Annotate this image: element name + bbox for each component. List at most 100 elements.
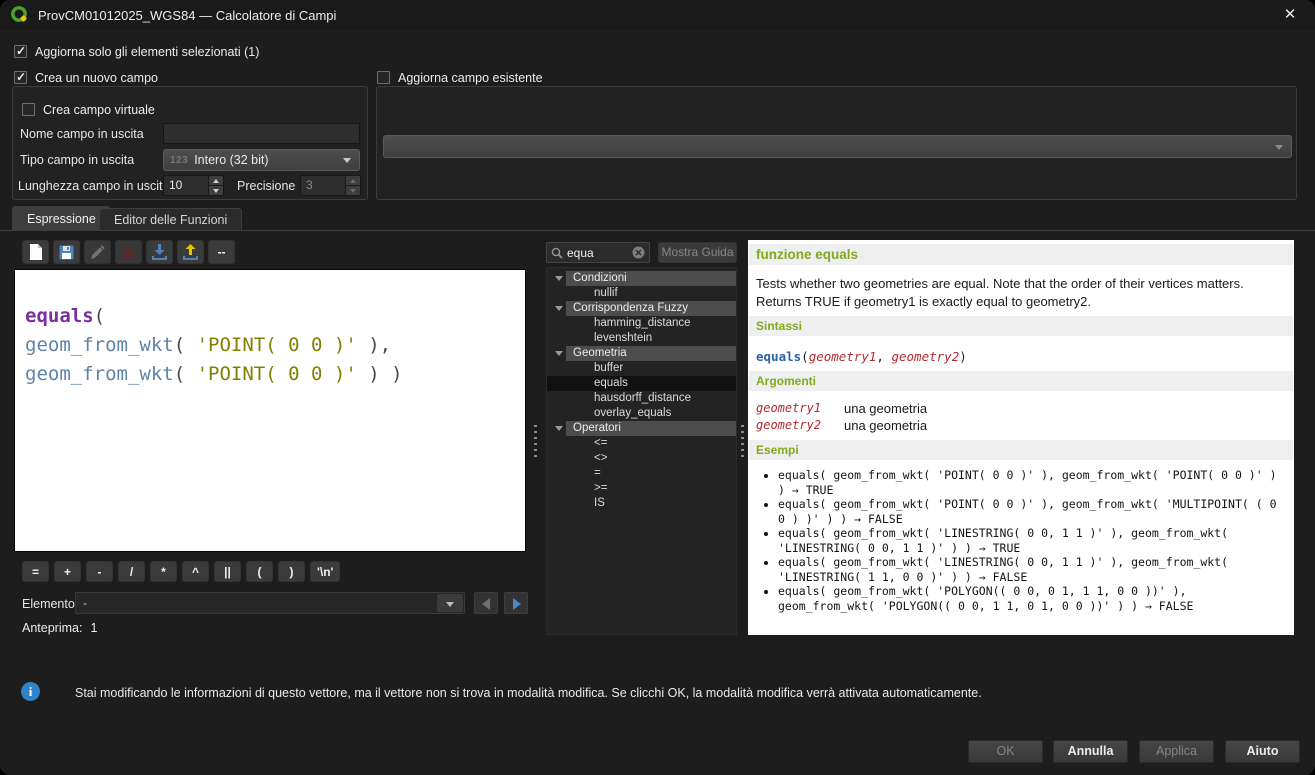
operator-buttons: =+-/*^||()'\n'	[22, 561, 340, 582]
ok-button[interactable]: OK	[968, 740, 1043, 763]
syntax-function-name: equals	[756, 349, 801, 364]
operator-button[interactable]: -	[86, 561, 113, 582]
checkbox-only-selected[interactable]: Aggiorna solo gli elementi selezionati (…	[14, 44, 259, 59]
precision-spinner[interactable]: 3	[300, 175, 361, 196]
chevron-down-icon[interactable]	[555, 306, 563, 311]
function-group-label: Geometria	[566, 346, 736, 361]
checkbox-update-existing-field[interactable]: Aggiorna campo esistente	[377, 70, 543, 85]
operator-button[interactable]: *	[150, 561, 177, 582]
expression-code-editor[interactable]: equals(geom_from_wkt( 'POINT( 0 0 )' ),g…	[14, 269, 526, 552]
help-syntax-heading: Sintassi	[749, 316, 1293, 336]
export-expression-button[interactable]	[177, 240, 204, 264]
element-combo[interactable]: -	[75, 592, 465, 614]
preview-row: Anteprima: 1	[22, 621, 97, 635]
search-icon	[551, 247, 563, 259]
function-group-condizioni[interactable]: Condizioni	[547, 271, 736, 286]
chevron-down-icon	[1275, 145, 1283, 150]
new-expression-button[interactable]	[22, 240, 49, 264]
function-search-box[interactable]	[546, 242, 650, 263]
function-group-geometria[interactable]: Geometria	[547, 346, 736, 361]
function-item[interactable]: nullif	[547, 286, 736, 301]
function-item[interactable]: <>	[547, 451, 736, 466]
next-feature-button[interactable]	[504, 592, 528, 614]
tab-bar: Espressione Editor delle Funzioni	[0, 207, 1315, 231]
spin-down-icon[interactable]	[209, 186, 223, 195]
preview-label: Anteprima:	[22, 621, 82, 635]
show-guide-button[interactable]: Mostra Guida	[658, 242, 737, 263]
save-expression-button[interactable]	[53, 240, 80, 264]
output-field-name-input[interactable]	[163, 123, 360, 144]
checkbox-virtual-field[interactable]: Crea campo virtuale	[22, 102, 155, 117]
operator-button[interactable]: ||	[214, 561, 241, 582]
function-group-corrispondenza-fuzzy[interactable]: Corrispondenza Fuzzy	[547, 301, 736, 316]
output-field-type-combo[interactable]: 123 Intero (32 bit)	[163, 149, 360, 171]
apply-button[interactable]: Applica	[1139, 740, 1214, 763]
function-item[interactable]: >=	[547, 481, 736, 496]
tab-function-editor[interactable]: Editor delle Funzioni	[99, 208, 242, 230]
save-icon	[59, 245, 74, 260]
chevron-down-icon[interactable]	[555, 426, 563, 431]
function-item[interactable]: levenshtein	[547, 331, 736, 346]
function-item[interactable]: equals	[547, 376, 736, 391]
function-item[interactable]: buffer	[547, 361, 736, 376]
argument-name: geometry2	[756, 417, 828, 434]
splitter-handle[interactable]	[738, 240, 747, 635]
function-search-input[interactable]	[567, 246, 628, 260]
example-item: equals( geom_from_wkt( 'POINT( 0 0 )' ),…	[778, 468, 1288, 497]
expression-code: equals(geom_from_wkt( 'POINT( 0 0 )' ),g…	[25, 302, 525, 389]
import-down-arrow-icon	[152, 244, 167, 260]
function-group-operatori[interactable]: Operatori	[547, 421, 736, 436]
output-field-length-value: 10	[164, 176, 208, 195]
checkbox-checked-icon	[14, 45, 27, 58]
function-item[interactable]: hamming_distance	[547, 316, 736, 331]
checkbox-only-selected-label: Aggiorna solo gli elementi selezionati (…	[35, 45, 259, 59]
spin-up-icon[interactable]	[209, 176, 223, 186]
operator-button[interactable]: /	[118, 561, 145, 582]
operator-button[interactable]: +	[54, 561, 81, 582]
import-expression-button[interactable]	[146, 240, 173, 264]
clear-search-icon[interactable]	[632, 246, 645, 259]
help-button[interactable]: Aiuto	[1225, 740, 1300, 763]
operator-button[interactable]: )	[278, 561, 305, 582]
function-item[interactable]: =	[547, 466, 736, 481]
help-title: funzione equals	[749, 244, 1293, 265]
function-item[interactable]: hausdorff_distance	[547, 391, 736, 406]
function-item[interactable]: <=	[547, 436, 736, 451]
edit-expression-button[interactable]	[84, 240, 111, 264]
tab-expression[interactable]: Espressione	[12, 206, 111, 230]
cancel-button[interactable]: Annulla	[1053, 740, 1128, 763]
chevron-down-icon[interactable]	[437, 594, 463, 612]
function-group-label: Corrispondenza Fuzzy	[566, 301, 736, 316]
help-examples: equals( geom_from_wkt( 'POINT( 0 0 )' ),…	[765, 468, 1288, 613]
existing-field-combo[interactable]	[383, 135, 1292, 158]
function-group-label: Condizioni	[566, 271, 736, 286]
splitter-handle[interactable]	[531, 240, 540, 635]
checkbox-create-new-field[interactable]: Crea un nuovo campo	[14, 70, 158, 85]
function-item[interactable]: IS	[547, 496, 736, 511]
operator-button[interactable]: ^	[182, 561, 209, 582]
close-icon[interactable]: ✕	[1279, 4, 1301, 26]
chevron-down-icon[interactable]	[555, 351, 563, 356]
example-item: equals( geom_from_wkt( 'LINESTRING( 0 0,…	[778, 555, 1288, 584]
code-line: equals(	[25, 302, 525, 331]
new-file-icon	[29, 244, 43, 260]
function-tree[interactable]: CondizioninullifCorrispondenza Fuzzyhamm…	[546, 267, 737, 635]
chevron-down-icon[interactable]	[555, 276, 563, 281]
window-title: ProvCM01012025_WGS84 — Calcolatore di Ca…	[38, 8, 336, 23]
syntax-arg1: geometry1	[809, 349, 877, 364]
checkbox-unchecked-icon	[377, 71, 390, 84]
output-field-length-spinner[interactable]: 10	[163, 175, 224, 196]
operator-button[interactable]: (	[246, 561, 273, 582]
delete-expression-button[interactable]	[115, 240, 142, 264]
help-description: Tests whether two geometries are equal. …	[756, 275, 1286, 310]
toolbar-separator-button[interactable]: --	[208, 240, 235, 264]
integer-type-icon: 123	[170, 155, 188, 166]
operator-button[interactable]: '\n'	[310, 561, 340, 582]
argument-description: una geometria	[844, 400, 927, 417]
previous-feature-button[interactable]	[474, 592, 498, 614]
operator-button[interactable]: =	[22, 561, 49, 582]
function-item[interactable]: overlay_equals	[547, 406, 736, 421]
title-bar[interactable]: ProvCM01012025_WGS84 — Calcolatore di Ca…	[0, 0, 1315, 30]
example-item: equals( geom_from_wkt( 'POLYGON(( 0 0, 0…	[778, 584, 1288, 613]
checkbox-update-existing-field-label: Aggiorna campo esistente	[398, 71, 543, 85]
